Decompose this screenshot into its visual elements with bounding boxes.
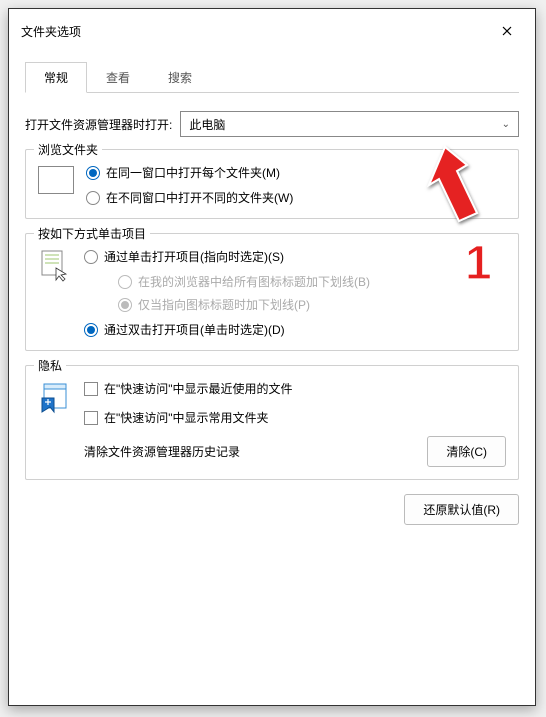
radio-label: 在不同窗口中打开不同的文件夹(W) xyxy=(106,189,293,206)
open-explorer-label: 打开文件资源管理器时打开: xyxy=(25,116,172,133)
radio-different-window[interactable]: 在不同窗口中打开不同的文件夹(W) xyxy=(86,189,293,206)
checkbox-label: 在"快速访问"中显示常用文件夹 xyxy=(104,409,269,426)
radio-label: 在同一窗口中打开每个文件夹(M) xyxy=(106,164,280,181)
tab-view[interactable]: 查看 xyxy=(87,62,149,93)
button-label: 还原默认值(R) xyxy=(423,503,500,517)
group-title: 隐私 xyxy=(34,357,66,374)
privacy-icon xyxy=(38,380,72,414)
open-explorer-row: 打开文件资源管理器时打开: 此电脑 ⌄ xyxy=(25,111,519,137)
radio-label: 通过单击打开项目(指向时选定)(S) xyxy=(104,248,284,265)
content-area: 常规 查看 搜索 打开文件资源管理器时打开: 此电脑 ⌄ 浏览文件夹 在同一窗口… xyxy=(9,54,535,541)
radio-icon xyxy=(84,323,98,337)
browse-folders-group: 浏览文件夹 在同一窗口中打开每个文件夹(M) 在不同窗口中打开不同的文件夹(W) xyxy=(25,149,519,219)
radio-label: 在我的浏览器中给所有图标标题加下划线(B) xyxy=(138,273,370,290)
checkbox-label: 在"快速访问"中显示最近使用的文件 xyxy=(104,380,293,397)
radio-icon xyxy=(118,275,132,289)
tab-general[interactable]: 常规 xyxy=(25,62,87,93)
clear-button[interactable]: 清除(C) xyxy=(427,436,506,467)
click-items-group: 按如下方式单击项目 通过单击打开项目(指向时选定)(S) xyxy=(25,233,519,351)
radio-single-click[interactable]: 通过单击打开项目(指向时选定)(S) xyxy=(84,248,370,265)
clear-history-label: 清除文件资源管理器历史记录 xyxy=(84,443,415,460)
restore-defaults-button[interactable]: 还原默认值(R) xyxy=(404,494,519,525)
folder-options-window: 文件夹选项 常规 查看 搜索 打开文件资源管理器时打开: 此电脑 ⌄ 浏览文件夹 xyxy=(8,8,536,706)
checkbox-icon xyxy=(84,411,98,425)
radio-underline-all: 在我的浏览器中给所有图标标题加下划线(B) xyxy=(118,273,370,290)
group-title: 按如下方式单击项目 xyxy=(34,225,150,242)
radio-label: 仅当指向图标标题时加下划线(P) xyxy=(138,296,310,313)
click-icon xyxy=(38,248,72,282)
button-label: 清除(C) xyxy=(446,445,487,459)
checkbox-recent-files[interactable]: 在"快速访问"中显示最近使用的文件 xyxy=(84,380,293,397)
tab-label: 常规 xyxy=(44,71,68,85)
titlebar: 文件夹选项 xyxy=(9,9,535,54)
radio-icon xyxy=(118,298,132,312)
tabs: 常规 查看 搜索 xyxy=(25,62,519,93)
tab-label: 查看 xyxy=(106,71,130,85)
checkbox-icon xyxy=(84,382,98,396)
privacy-group: 隐私 在"快速访问"中显示最近使用的文件 在"快速访问"中显示常用文件夹 xyxy=(25,365,519,480)
chevron-down-icon: ⌄ xyxy=(502,119,510,130)
window-title: 文件夹选项 xyxy=(21,23,81,40)
tab-search[interactable]: 搜索 xyxy=(149,62,211,93)
window-icon xyxy=(38,166,74,194)
checkbox-frequent-folders[interactable]: 在"快速访问"中显示常用文件夹 xyxy=(84,409,293,426)
radio-label: 通过双击打开项目(单击时选定)(D) xyxy=(104,321,285,338)
close-button[interactable] xyxy=(491,19,523,43)
radio-icon xyxy=(84,250,98,264)
radio-icon xyxy=(86,191,100,205)
radio-icon xyxy=(86,166,100,180)
tab-label: 搜索 xyxy=(168,71,192,85)
group-title: 浏览文件夹 xyxy=(34,141,102,158)
open-explorer-select[interactable]: 此电脑 ⌄ xyxy=(180,111,519,137)
select-value: 此电脑 xyxy=(189,116,225,133)
radio-underline-hover: 仅当指向图标标题时加下划线(P) xyxy=(118,296,370,313)
radio-same-window[interactable]: 在同一窗口中打开每个文件夹(M) xyxy=(86,164,293,181)
close-icon xyxy=(502,26,512,36)
radio-double-click[interactable]: 通过双击打开项目(单击时选定)(D) xyxy=(84,321,370,338)
